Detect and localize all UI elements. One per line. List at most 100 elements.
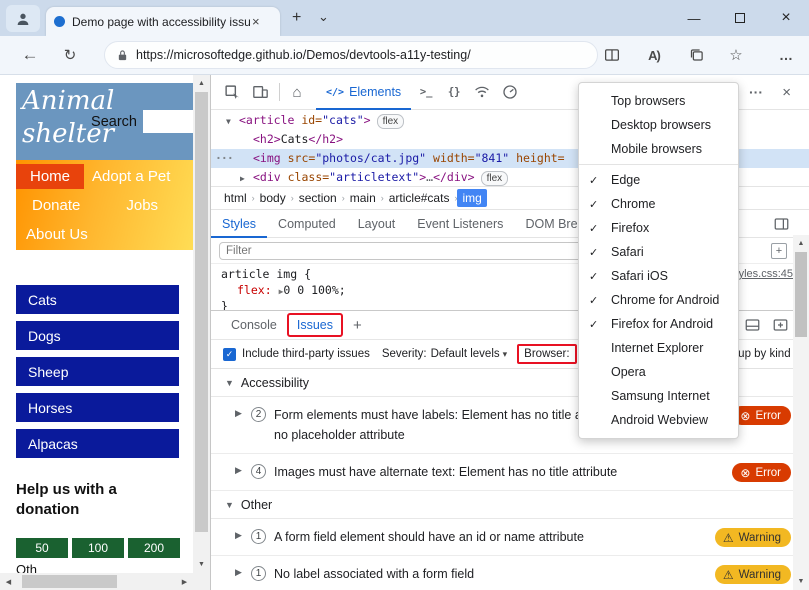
scroll-down-icon[interactable]: ▼ — [193, 556, 210, 573]
animal-button-sheep[interactable]: Sheep — [16, 357, 179, 386]
css-property[interactable]: flex: — [237, 283, 272, 297]
device-emulation-icon[interactable] — [251, 84, 269, 100]
toggle-sidebar-icon[interactable] — [774, 217, 789, 231]
issue-expand-icon[interactable]: ▶ — [235, 564, 243, 578]
crumb-html[interactable]: html — [219, 189, 252, 207]
inspect-element-icon[interactable] — [223, 84, 241, 101]
crumb-img-selected[interactable]: img — [457, 189, 486, 207]
issue-expand-icon[interactable]: ▶ — [235, 405, 243, 419]
issue-row[interactable]: ▶ 1 No label associated with a form fiel… — [211, 556, 809, 590]
nav-link-donate[interactable]: Donate — [24, 193, 88, 218]
scroll-down-icon[interactable]: ▼ — [793, 573, 809, 590]
issues-section-other[interactable]: ▼ Other — [211, 491, 809, 519]
network-tab-icon[interactable] — [473, 85, 491, 99]
scroll-up-icon[interactable]: ▲ — [793, 235, 809, 252]
close-tab-icon[interactable]: × — [252, 14, 260, 29]
tab-computed[interactable]: Computed — [267, 209, 347, 238]
animal-button-dogs[interactable]: Dogs — [16, 321, 179, 350]
crumb-article[interactable]: article#cats — [384, 189, 455, 207]
expand-panel-icon[interactable] — [771, 317, 789, 333]
animal-button-horses[interactable]: Horses — [16, 393, 179, 422]
issue-expand-icon[interactable]: ▶ — [235, 462, 243, 476]
read-aloud-icon[interactable]: A) — [640, 36, 668, 74]
refresh-button[interactable]: ↻ — [56, 36, 84, 74]
browser-tab[interactable]: Demo page with accessibility issues × — [46, 7, 280, 36]
dropdown-item-edge[interactable]: ✓Edge — [579, 168, 738, 192]
dropdown-item-samsung-internet[interactable]: Samsung Internet — [579, 384, 738, 408]
dropdown-item-chrome-android[interactable]: ✓Chrome for Android — [579, 288, 738, 312]
dropdown-item-chrome[interactable]: ✓Chrome — [579, 192, 738, 216]
dropdown-item-firefox-android[interactable]: ✓Firefox for Android — [579, 312, 738, 336]
search-input[interactable] — [143, 110, 193, 133]
dropdown-item-safari[interactable]: ✓Safari — [579, 240, 738, 264]
flex-badge[interactable]: flex — [377, 114, 405, 129]
sources-tab-icon[interactable]: {} — [445, 86, 463, 98]
close-window-button[interactable]: × — [763, 0, 809, 36]
crumb-main[interactable]: main — [345, 189, 381, 207]
issue-row[interactable]: ▶ 4 Images must have alternate text: Ele… — [211, 454, 809, 491]
donate-50-button[interactable]: 50 — [16, 538, 68, 558]
node-menu-icon[interactable]: ··· — [215, 149, 233, 168]
nav-link-home[interactable]: Home — [16, 164, 84, 189]
tab-event-listeners[interactable]: Event Listeners — [406, 209, 514, 238]
scroll-up-icon[interactable]: ▲ — [193, 75, 210, 92]
settings-more-icon[interactable]: … — [772, 36, 800, 74]
collections-icon[interactable] — [682, 36, 710, 74]
page-horizontal-scrollbar[interactable]: ◀ ▶ — [0, 573, 193, 590]
dropdown-item-opera[interactable]: Opera — [579, 360, 738, 384]
add-drawer-tab-icon[interactable]: + — [353, 317, 362, 334]
tab-styles[interactable]: Styles — [211, 209, 267, 238]
minimize-button[interactable]: — — [671, 0, 717, 36]
nav-link-adopt[interactable]: Adopt a Pet — [84, 164, 178, 189]
devtools-more-icon[interactable]: ··· — [749, 84, 763, 100]
address-bar[interactable]: https://microsoftedge.github.io/Demos/de… — [104, 41, 598, 69]
section-expand-icon[interactable]: ▼ — [225, 500, 234, 510]
dropdown-item-safari-ios[interactable]: ✓Safari iOS — [579, 264, 738, 288]
performance-tab-icon[interactable] — [501, 84, 519, 100]
crumb-section[interactable]: section — [294, 189, 342, 207]
scroll-left-icon[interactable]: ◀ — [0, 573, 17, 590]
dropdown-item-top-browsers[interactable]: Top browsers — [579, 89, 738, 113]
split-screen-icon[interactable] — [598, 36, 626, 74]
dropdown-item-firefox[interactable]: ✓Firefox — [579, 216, 738, 240]
horizontal-scroll-thumb[interactable] — [22, 575, 117, 588]
maximize-button[interactable] — [717, 0, 763, 36]
dropdown-item-desktop-browsers[interactable]: Desktop browsers — [579, 113, 738, 137]
favorites-star-icon[interactable]: ☆ — [722, 36, 750, 74]
new-style-rule-icon[interactable]: + — [771, 243, 787, 259]
tab-elements[interactable]: </> Elements — [316, 75, 411, 110]
devtools-vertical-scrollbar[interactable]: ▲ ▼ — [793, 235, 809, 590]
tab-layout[interactable]: Layout — [347, 209, 407, 238]
vertical-scroll-thumb[interactable] — [795, 252, 807, 337]
tab-console[interactable]: Console — [225, 314, 283, 336]
severity-dropdown[interactable]: Default levels — [431, 348, 500, 360]
browser-filter-label-highlighted[interactable]: Browser: — [517, 344, 576, 364]
dropdown-item-mobile-browsers[interactable]: Mobile browsers — [579, 137, 738, 161]
donate-100-button[interactable]: 100 — [72, 538, 124, 558]
devtools-close-icon[interactable]: × — [782, 84, 791, 101]
new-tab-button[interactable]: + — [292, 9, 301, 27]
dropdown-item-android-webview[interactable]: Android Webview — [579, 408, 738, 432]
tab-issues-highlighted[interactable]: Issues — [287, 313, 343, 337]
dropdown-item-internet-explorer[interactable]: Internet Explorer — [579, 336, 738, 360]
section-expand-icon[interactable]: ▼ — [225, 378, 234, 388]
css-source-link[interactable]: styles.css:45 — [730, 267, 793, 283]
css-value[interactable]: 0 0 100%; — [283, 283, 345, 297]
crumb-body[interactable]: body — [255, 189, 291, 207]
dock-panel-icon[interactable] — [743, 317, 761, 333]
issue-expand-icon[interactable]: ▶ — [235, 527, 243, 541]
issue-row[interactable]: ▶ 1 A form field element should have an … — [211, 519, 809, 556]
profile-button[interactable] — [6, 5, 40, 32]
page-vertical-scrollbar[interactable]: ▲ ▼ — [193, 75, 210, 573]
scroll-right-icon[interactable]: ▶ — [176, 573, 193, 590]
donate-200-button[interactable]: 200 — [128, 538, 180, 558]
vertical-scroll-thumb[interactable] — [195, 92, 208, 532]
tab-menu-icon[interactable]: ⌄ — [318, 9, 329, 25]
include-third-party-checkbox[interactable]: ✓ — [223, 348, 236, 361]
back-button[interactable]: ← — [16, 36, 44, 74]
console-tab-icon[interactable]: >_ — [417, 86, 435, 98]
nav-link-about[interactable]: About Us — [18, 222, 96, 247]
expand-arrow-icon[interactable]: ▼ — [226, 112, 231, 131]
css-selector[interactable]: article img { — [221, 267, 311, 281]
collapse-arrow-icon[interactable]: ▶ — [240, 169, 245, 188]
